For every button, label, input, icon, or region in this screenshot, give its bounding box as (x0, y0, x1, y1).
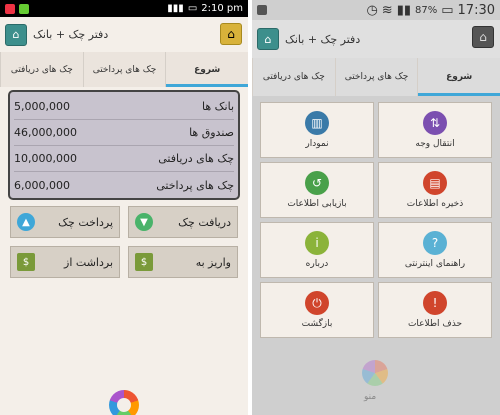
menu-label: منو (364, 392, 377, 402)
menu-item-restore[interactable]: ↺ بازیابی اطلاعات (260, 162, 374, 218)
status-bar: ▮▮▮ ▭ 2:10 pm (0, 0, 248, 17)
tab-bar: چک های دریافتی چک های پرداختی شروع (0, 52, 248, 87)
menu-item-online-help[interactable]: ? راهنمای اینترنتی (378, 222, 492, 278)
deposit-button[interactable]: واریز به $ (128, 246, 238, 278)
save-icon: ▤ (423, 171, 447, 195)
app-logo-icon: ⌂ (5, 23, 27, 46)
tab-start[interactable]: شروع (165, 52, 248, 87)
withdraw-button[interactable]: برداشت از $ (10, 246, 120, 278)
arrow-up-icon: ▲ (17, 213, 35, 231)
menu-grid: ▥ نمودار ⇅ انتقال وجه ↺ بازیابی اطلاعات … (260, 102, 492, 338)
balance-label: چک های پرداختی (156, 178, 234, 192)
tab-received-checks[interactable]: چک های دریافتی (252, 58, 335, 96)
screen-menu: ◷ ≋ ▮▮ 87% ▭ 17:30 ⌂ دفتر چک + بانک ⌂ چک… (252, 0, 500, 415)
status-bar: ◷ ≋ ▮▮ 87% ▭ 17:30 (252, 0, 500, 20)
alarm-icon: ◷ (366, 2, 378, 18)
notification-icon (5, 3, 15, 14)
pay-check-button[interactable]: پرداخت چک ▲ (10, 206, 120, 238)
balance-value: 5,000,000 (14, 100, 70, 113)
tab-paid-checks[interactable]: چک های پرداختی (334, 58, 418, 96)
menu-item-delete-data[interactable]: ! حذف اطلاعات (378, 282, 492, 338)
battery-icon: ▭ (441, 2, 454, 18)
status-time: 2:10 pm (201, 3, 243, 14)
app-bar: ⌂ دفتر چک + بانک ⌂ (252, 20, 500, 58)
balance-row: 46,000,000 صندوق ها (14, 120, 234, 146)
menu-wheel-icon[interactable] (109, 390, 139, 415)
tab-start[interactable]: شروع (417, 58, 500, 96)
balance-row: 6,000,000 چک های پرداختی (14, 172, 234, 198)
balance-value: 46,000,000 (14, 126, 77, 139)
menu-item-save[interactable]: ▤ ذخیره اطلاعات (378, 162, 492, 218)
action-grid: پرداخت چک ▲ دریافت چک ▼ برداشت از $ واری… (10, 206, 238, 278)
balance-row: 5,000,000 بانک ها (14, 94, 234, 120)
menu-item-about[interactable]: i درباره (260, 222, 374, 278)
menu-wheel-icon[interactable] (362, 360, 388, 386)
battery-percent: 87% (415, 4, 438, 16)
info-icon: i (305, 231, 329, 255)
receive-check-button[interactable]: دریافت چک ▼ (128, 206, 238, 238)
restore-icon: ↺ (305, 171, 329, 195)
balance-label: چک های دریافتی (158, 152, 234, 165)
menu-item-back[interactable]: ⏻ بازگشت (260, 282, 374, 338)
power-icon: ⏻ (305, 291, 329, 315)
screen-main: ▮▮▮ ▭ 2:10 pm ⌂ دفتر چک + بانک ⌂ چک های … (0, 0, 248, 415)
balance-value: 6,000,000 (14, 178, 70, 192)
app-title: دفتر چک + بانک (285, 32, 361, 46)
wifi-icon: ≋ (381, 2, 393, 18)
balance-row: 10,000,000 چک های دریافتی (14, 146, 234, 172)
status-time: 17:30 (457, 2, 495, 18)
app-bar: ⌂ دفتر چک + بانک ⌂ (0, 17, 248, 52)
menu-item-chart[interactable]: ▥ نمودار (260, 102, 374, 158)
balance-label: صندوق ها (189, 126, 234, 139)
tab-bar: چک های دریافتی چک های پرداختی شروع (252, 58, 500, 96)
balance-label: بانک ها (202, 100, 234, 113)
app-notification-icon (19, 3, 29, 14)
gallery-notification-icon (257, 5, 267, 15)
chart-icon: ▥ (305, 111, 329, 135)
cash-in-icon: $ (135, 253, 153, 271)
signal-icon: ▮▮▮ (167, 3, 184, 14)
tab-paid-checks[interactable]: چک های پرداختی (82, 52, 166, 87)
bank-icon[interactable]: ⌂ (472, 26, 494, 48)
arrow-down-icon: ▼ (135, 213, 153, 231)
signal-icon: ▮▮ (396, 2, 411, 18)
transfer-icon: ⇅ (423, 111, 447, 135)
menu-item-transfer[interactable]: ⇅ انتقال وجه (378, 102, 492, 158)
cash-out-icon: $ (17, 253, 35, 271)
balance-value: 10,000,000 (14, 152, 77, 165)
help-icon: ? (423, 231, 447, 255)
battery-icon: ▭ (187, 3, 198, 14)
warning-icon: ! (423, 291, 447, 315)
bank-icon[interactable]: ⌂ (220, 23, 242, 45)
app-logo-icon: ⌂ (257, 28, 279, 50)
app-title: دفتر چک + بانک (33, 28, 109, 41)
tab-received-checks[interactable]: چک های دریافتی (0, 52, 83, 87)
balance-summary: 5,000,000 بانک ها 46,000,000 صندوق ها 10… (8, 90, 240, 200)
